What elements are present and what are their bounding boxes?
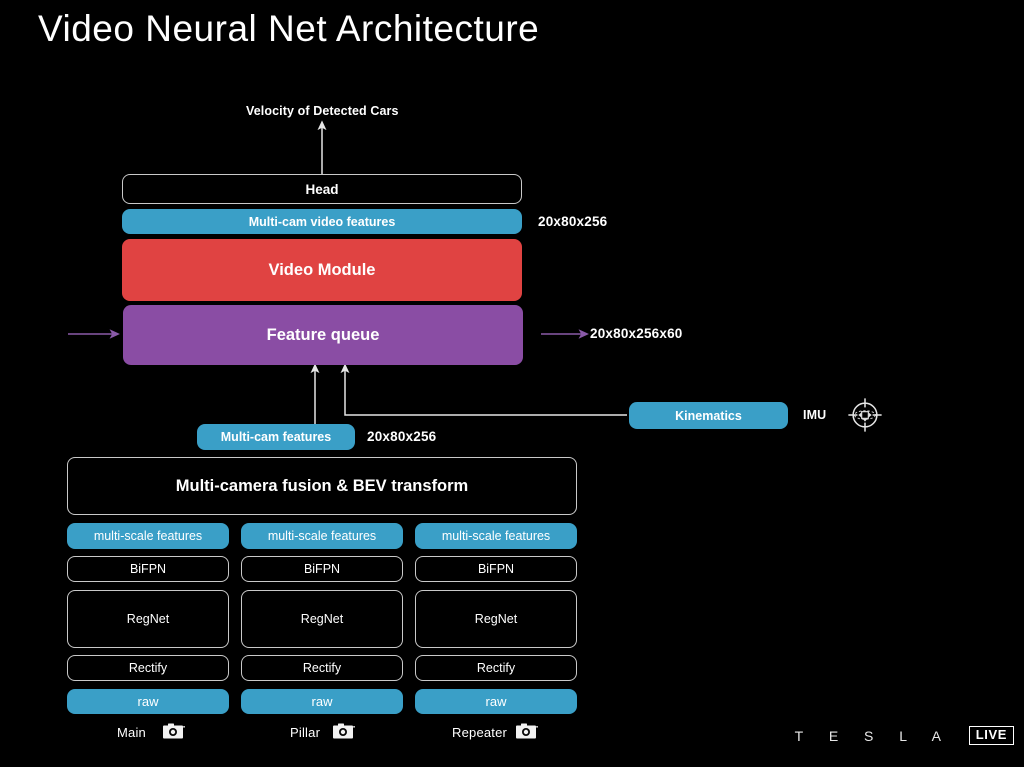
node-head[interactable]: Head bbox=[122, 174, 522, 204]
node-multi-scale-features-pillar-label: multi-scale features bbox=[267, 529, 377, 543]
connector-layer bbox=[68, 120, 627, 425]
node-regnet-main[interactable]: RegNet bbox=[67, 590, 229, 648]
node-kinematics[interactable]: Kinematics bbox=[629, 402, 788, 429]
dims-multicam-video-features: 20x80x256 bbox=[538, 214, 608, 229]
node-bifpn-pillar-label: BiFPN bbox=[303, 562, 341, 576]
node-raw-pillar[interactable]: raw bbox=[241, 689, 403, 714]
node-bifpn-repeater[interactable]: BiFPN bbox=[415, 556, 577, 582]
output-label: Velocity of Detected Cars bbox=[246, 104, 399, 118]
node-multicam-features-label: Multi-cam features bbox=[220, 430, 332, 444]
node-bifpn-main-label: BiFPN bbox=[129, 562, 167, 576]
slide-canvas: Video Neural Net Architecture Velocity o… bbox=[0, 0, 1024, 767]
node-multi-scale-features-repeater-label: multi-scale features bbox=[441, 529, 551, 543]
node-rectify-pillar[interactable]: Rectify bbox=[241, 655, 403, 681]
camera-icon-pillar bbox=[333, 723, 355, 739]
node-regnet-repeater-label: RegNet bbox=[474, 612, 518, 626]
dims-multicam-features: 20x80x256 bbox=[367, 429, 437, 444]
gyroscope-icon bbox=[848, 398, 882, 432]
node-video-module-label: Video Module bbox=[268, 260, 376, 279]
node-raw-pillar-label: raw bbox=[311, 694, 333, 709]
page-title: Video Neural Net Architecture bbox=[38, 8, 540, 49]
node-bifpn-pillar[interactable]: BiFPN bbox=[241, 556, 403, 582]
node-bifpn-main[interactable]: BiFPN bbox=[67, 556, 229, 582]
node-rectify-pillar-label: Rectify bbox=[302, 661, 342, 675]
node-raw-main[interactable]: raw bbox=[67, 689, 229, 714]
node-multi-scale-features-main[interactable]: multi-scale features bbox=[67, 523, 229, 549]
node-rectify-repeater-label: Rectify bbox=[476, 661, 516, 675]
node-multicam-video-features-label: Multi-cam video features bbox=[248, 214, 396, 229]
node-regnet-pillar-label: RegNet bbox=[300, 612, 344, 626]
camera-icon-repeater bbox=[516, 723, 538, 739]
node-multi-scale-features-pillar[interactable]: multi-scale features bbox=[241, 523, 403, 549]
node-bifpn-repeater-label: BiFPN bbox=[477, 562, 515, 576]
node-kinematics-label: Kinematics bbox=[675, 408, 742, 423]
node-head-label: Head bbox=[305, 181, 339, 197]
node-regnet-repeater[interactable]: RegNet bbox=[415, 590, 577, 648]
arrow-kinematics-to-queue bbox=[340, 363, 627, 416]
tesla-wordmark: T E S L A bbox=[794, 728, 952, 744]
node-rectify-main[interactable]: Rectify bbox=[67, 655, 229, 681]
camera-label-main: Main bbox=[117, 725, 146, 740]
live-badge: LIVE bbox=[968, 726, 1014, 745]
node-multicam-features[interactable]: Multi-cam features bbox=[197, 424, 355, 450]
node-multi-scale-features-repeater[interactable]: multi-scale features bbox=[415, 523, 577, 549]
node-regnet-main-label: RegNet bbox=[126, 612, 170, 626]
camera-label-repeater: Repeater bbox=[452, 725, 508, 740]
node-feature-queue-label: Feature queue bbox=[266, 325, 380, 344]
node-raw-repeater-label: raw bbox=[485, 694, 507, 709]
node-fusion-bev-label: Multi-camera fusion & BEV transform bbox=[175, 476, 469, 495]
node-feature-queue[interactable]: Feature queue bbox=[123, 305, 523, 365]
imu-label: IMU bbox=[803, 408, 827, 422]
node-multicam-video-features[interactable]: Multi-cam video features bbox=[122, 209, 522, 234]
node-fusion-bev[interactable]: Multi-camera fusion & BEV transform bbox=[67, 457, 577, 515]
node-multi-scale-features-main-label: multi-scale features bbox=[93, 529, 203, 543]
dims-feature-queue: 20x80x256x60 bbox=[590, 326, 683, 341]
camera-label-pillar: Pillar bbox=[290, 725, 321, 740]
node-raw-main-label: raw bbox=[137, 694, 159, 709]
node-raw-repeater[interactable]: raw bbox=[415, 689, 577, 714]
node-rectify-repeater[interactable]: Rectify bbox=[415, 655, 577, 681]
node-regnet-pillar[interactable]: RegNet bbox=[241, 590, 403, 648]
node-video-module[interactable]: Video Module bbox=[122, 239, 522, 301]
camera-icon-main bbox=[163, 723, 185, 739]
node-rectify-main-label: Rectify bbox=[128, 661, 168, 675]
